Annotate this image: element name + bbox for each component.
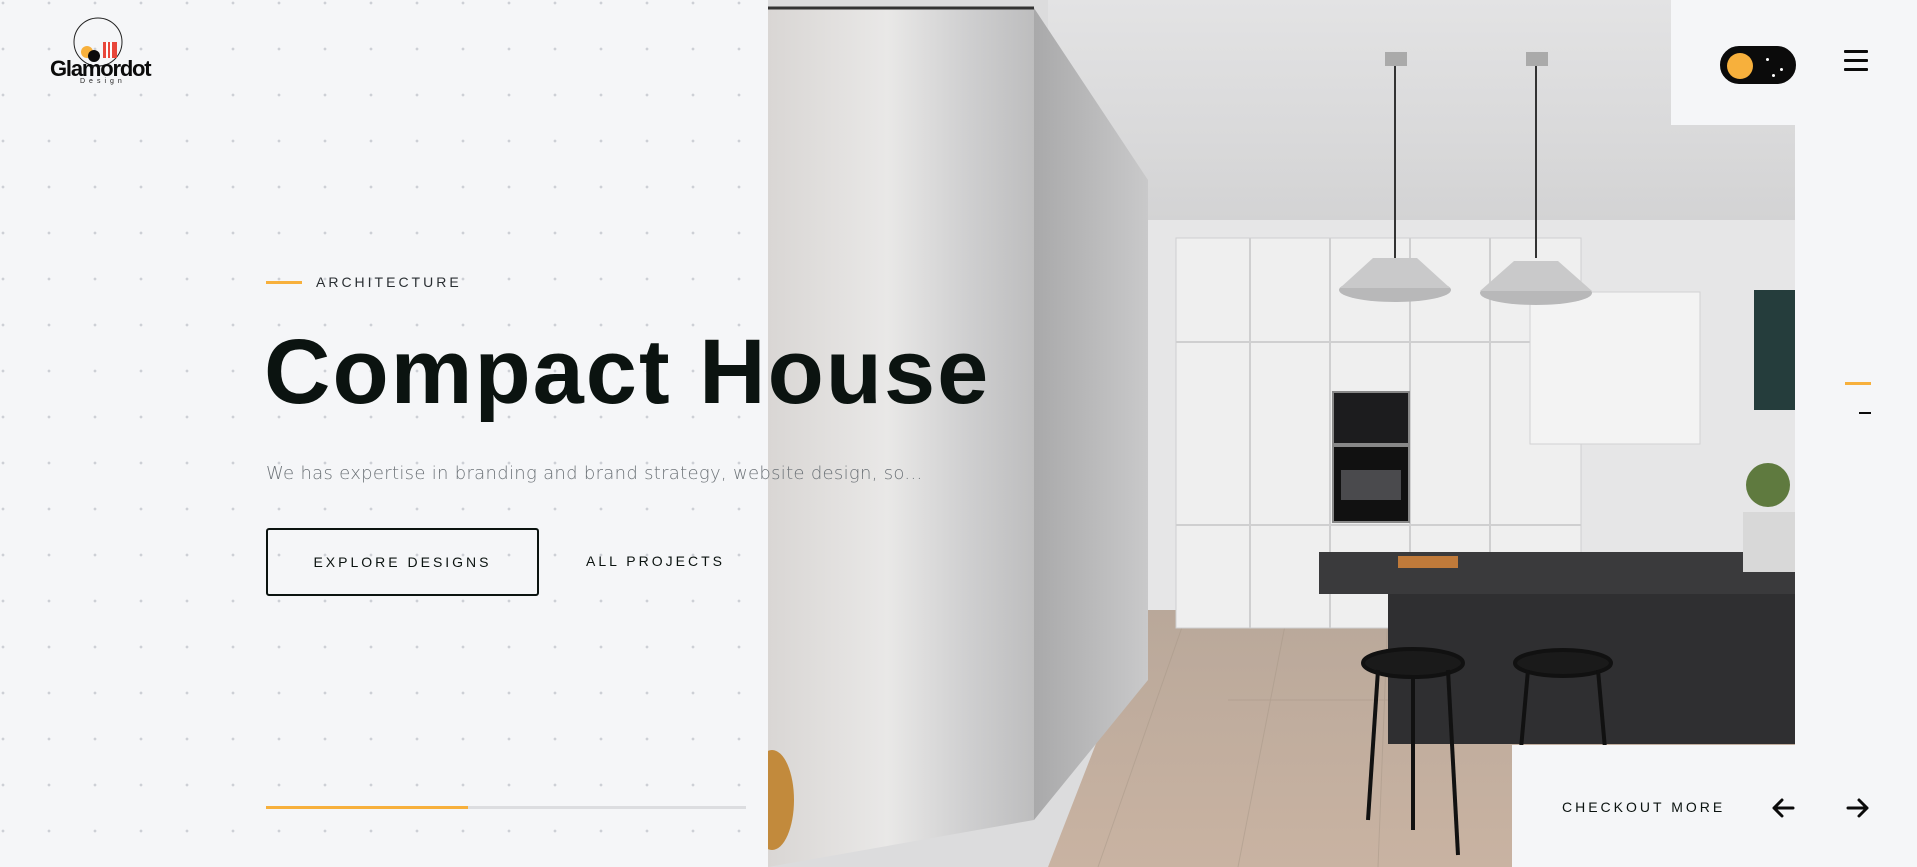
star-icon	[1772, 74, 1775, 77]
hero-description: We has expertise in branding and brand s…	[266, 463, 923, 484]
brand-logo[interactable]: Glamordot Design	[48, 16, 158, 90]
explore-designs-button[interactable]: EXPLORE DESIGNS	[266, 528, 539, 596]
brand-tagline: Design	[80, 78, 126, 85]
slide-indicator-next[interactable]	[1859, 412, 1871, 414]
sun-icon	[1727, 53, 1753, 79]
dotted-background	[0, 0, 768, 867]
star-icon	[1780, 68, 1783, 71]
slide-progress-bar	[266, 806, 746, 809]
arrow-left-icon[interactable]	[1769, 794, 1797, 822]
hamburger-menu-icon[interactable]	[1844, 50, 1870, 72]
checkout-more-link[interactable]: CHECKOUT MORE	[1562, 799, 1725, 815]
arrow-right-icon[interactable]	[1844, 794, 1872, 822]
star-icon	[1766, 58, 1769, 61]
hero-image-kitchen	[768, 0, 1795, 867]
kicker-accent-line	[266, 280, 302, 284]
kicker-label: ARCHITECTURE	[316, 274, 462, 290]
slide-progress-fill	[266, 806, 468, 809]
all-projects-link[interactable]: ALL PROJECTS	[586, 553, 725, 569]
theme-toggle[interactable]	[1720, 46, 1796, 84]
hero-title: Compact House	[264, 321, 991, 423]
slide-indicator-active[interactable]	[1845, 382, 1871, 385]
hero-kicker: ARCHITECTURE	[266, 274, 462, 290]
